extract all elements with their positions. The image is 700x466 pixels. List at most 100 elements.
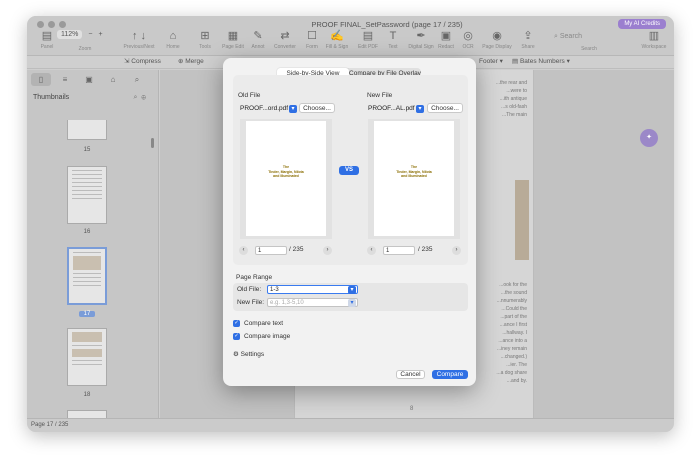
thumb-text-line xyxy=(72,178,102,179)
annotation-icon: ▣ xyxy=(85,75,93,84)
new-range-input[interactable]: e.g. 1,3-5,10 xyxy=(267,298,358,307)
thumb-text-line xyxy=(73,252,101,253)
old-range-dropdown[interactable]: ▾ xyxy=(348,286,356,294)
tab-annotations[interactable]: ▣ xyxy=(79,73,99,86)
compare-image-checkbox[interactable]: ✓ xyxy=(233,333,240,340)
page-text-line: ...ance into a xyxy=(498,338,527,344)
thumb-text-line xyxy=(72,182,102,183)
compress-button[interactable]: ⇲ Compress xyxy=(124,57,161,65)
cancel-button[interactable]: Cancel xyxy=(396,370,425,379)
page-text-line: ...a dog share xyxy=(496,370,527,376)
page-text-line: ...ance I first xyxy=(499,322,527,328)
compress-label: Compress xyxy=(131,58,161,65)
chevron-down-icon: ▾ xyxy=(499,58,503,65)
page-text-line: ...changed.) xyxy=(500,354,527,360)
compare-text-checkbox[interactable]: ✓ xyxy=(233,320,240,327)
search-field[interactable]: ⌕ Search xyxy=(554,33,582,41)
old-page-total: / 235 xyxy=(289,246,304,253)
new-next-page-button[interactable]: › xyxy=(452,246,461,255)
thumbnail-label: 15 xyxy=(83,147,91,153)
minimize-window-button[interactable] xyxy=(48,21,55,28)
old-prev-page-button[interactable]: ‹ xyxy=(239,246,248,255)
thumbnail-page-18[interactable] xyxy=(67,328,107,386)
close-window-button[interactable] xyxy=(37,21,44,28)
sidebar-tabs: ▯ ≡ ▣ ⌂ ⌕ xyxy=(27,70,159,88)
old-file-choose-button[interactable]: Choose... xyxy=(299,103,335,113)
compare-button[interactable]: Compare xyxy=(432,370,468,379)
old-range-input[interactable]: 1-3 xyxy=(267,285,358,294)
list-icon: ≡ xyxy=(62,75,68,84)
attachment-icon: ⌂ xyxy=(110,75,116,84)
compare-text-label: Compare text xyxy=(244,320,284,327)
old-next-page-button[interactable]: › xyxy=(323,246,332,255)
thumbnail-page-15[interactable] xyxy=(67,120,107,140)
add-icon[interactable]: ⊕ xyxy=(141,94,150,101)
tab-search[interactable]: ⌕ xyxy=(127,73,147,86)
new-file-name: PROOF...AL.pdf xyxy=(368,105,415,112)
zoom-control: 112% − + xyxy=(57,30,103,39)
thumbnail-label-selected: 17 xyxy=(79,311,95,317)
thumb-image xyxy=(73,256,101,270)
page-photo xyxy=(515,180,529,260)
share-label: Share xyxy=(521,44,535,50)
preview-title-line: and Illuminated xyxy=(401,174,427,178)
sidebar-scrollbar[interactable] xyxy=(151,138,154,148)
zoom-in-button[interactable]: + xyxy=(98,31,102,38)
thumbnail-sidebar: ▯ ≡ ▣ ⌂ ⌕ Thumbnails ⌕⊕ 15 16 17 18 xyxy=(27,70,159,418)
window-title: PROOF FINAL_SetPassword (page 17 / 235) xyxy=(311,20,463,29)
zoom-out-button[interactable]: − xyxy=(88,31,92,38)
workspace-button[interactable]: ▥ Workspace xyxy=(634,30,674,50)
chevron-right-icon: › xyxy=(455,247,458,253)
new-file-choose-button[interactable]: Choose... xyxy=(427,103,463,113)
share-button[interactable]: ⇪ Share xyxy=(508,30,548,50)
page-text-line: ...the sound xyxy=(500,290,527,296)
thumb-text-line xyxy=(73,281,101,282)
page-text-line: ...ook for the xyxy=(499,282,527,288)
page-text-line: ...ith antique xyxy=(499,96,527,102)
thumbnail-page-17[interactable] xyxy=(67,247,107,305)
chevron-down-icon: ▾ xyxy=(418,106,422,112)
status-bar: Page 17 / 235 xyxy=(27,418,674,432)
page-icon: ▯ xyxy=(38,75,44,84)
bates-numbers-button[interactable]: ▤ Bates Numbers ▾ xyxy=(512,57,570,65)
old-file-preview: The Tinder, Margin, Nilota and Illuminat… xyxy=(240,119,332,239)
tab-thumbnails[interactable]: ▯ xyxy=(31,73,51,86)
thumb-text-line xyxy=(73,285,101,286)
thumb-text-line xyxy=(72,198,102,199)
ai-assistant-button[interactable]: ✦ xyxy=(640,129,658,147)
new-preview-title: The Tinder, Margin, Nilota and Illuminat… xyxy=(374,165,454,179)
footer-label: Footer xyxy=(479,58,498,65)
chevron-right-icon: › xyxy=(326,247,329,253)
ai-credits-button[interactable]: My AI Credits xyxy=(618,19,666,29)
thumbnail-page-16[interactable] xyxy=(67,166,107,224)
new-prev-page-button[interactable]: ‹ xyxy=(367,246,376,255)
new-page-input[interactable]: 1 xyxy=(383,246,415,255)
tab-attachments[interactable]: ⌂ xyxy=(103,73,123,86)
new-file-preview: The Tinder, Margin, Nilota and Illuminat… xyxy=(368,119,460,239)
tab-outline[interactable]: ≡ xyxy=(55,73,75,86)
old-file-dropdown[interactable]: ▾ xyxy=(289,105,297,113)
page-text-line: ...nnumerably xyxy=(496,298,527,304)
footer-button[interactable]: Footer ▾ xyxy=(479,57,503,65)
zoom-value[interactable]: 112% xyxy=(57,30,83,39)
check-icon: ✓ xyxy=(234,333,239,339)
old-page-input[interactable]: 1 xyxy=(255,246,287,255)
page-indicator: Page 17 / 235 xyxy=(31,422,69,428)
zoom-window-button[interactable] xyxy=(59,21,66,28)
new-file-dropdown[interactable]: ▾ xyxy=(416,105,424,113)
check-icon: ✓ xyxy=(234,320,239,326)
thumb-text-line xyxy=(72,194,102,195)
compress-icon: ⇲ xyxy=(124,58,130,65)
thumbnail-page-19[interactable] xyxy=(67,410,107,418)
page-text-line: ...hallway. I xyxy=(502,330,527,336)
new-range-dropdown[interactable]: ▾ xyxy=(348,299,356,307)
page-text-line: ...iney remain xyxy=(496,346,527,352)
settings-button[interactable]: ⚙ Settings xyxy=(233,350,264,358)
chevron-left-icon: ‹ xyxy=(242,247,245,253)
zoom-label: Zoom xyxy=(78,46,92,52)
page-range-panel: Old File: 1-3 ▾ New File: e.g. 1,3-5,10 … xyxy=(233,283,468,311)
chevron-down-icon: ▾ xyxy=(350,287,354,293)
old-file-label: Old File xyxy=(238,92,261,99)
merge-button[interactable]: ⊕ Merge xyxy=(178,57,204,65)
old-range-label: Old File: xyxy=(237,286,262,293)
